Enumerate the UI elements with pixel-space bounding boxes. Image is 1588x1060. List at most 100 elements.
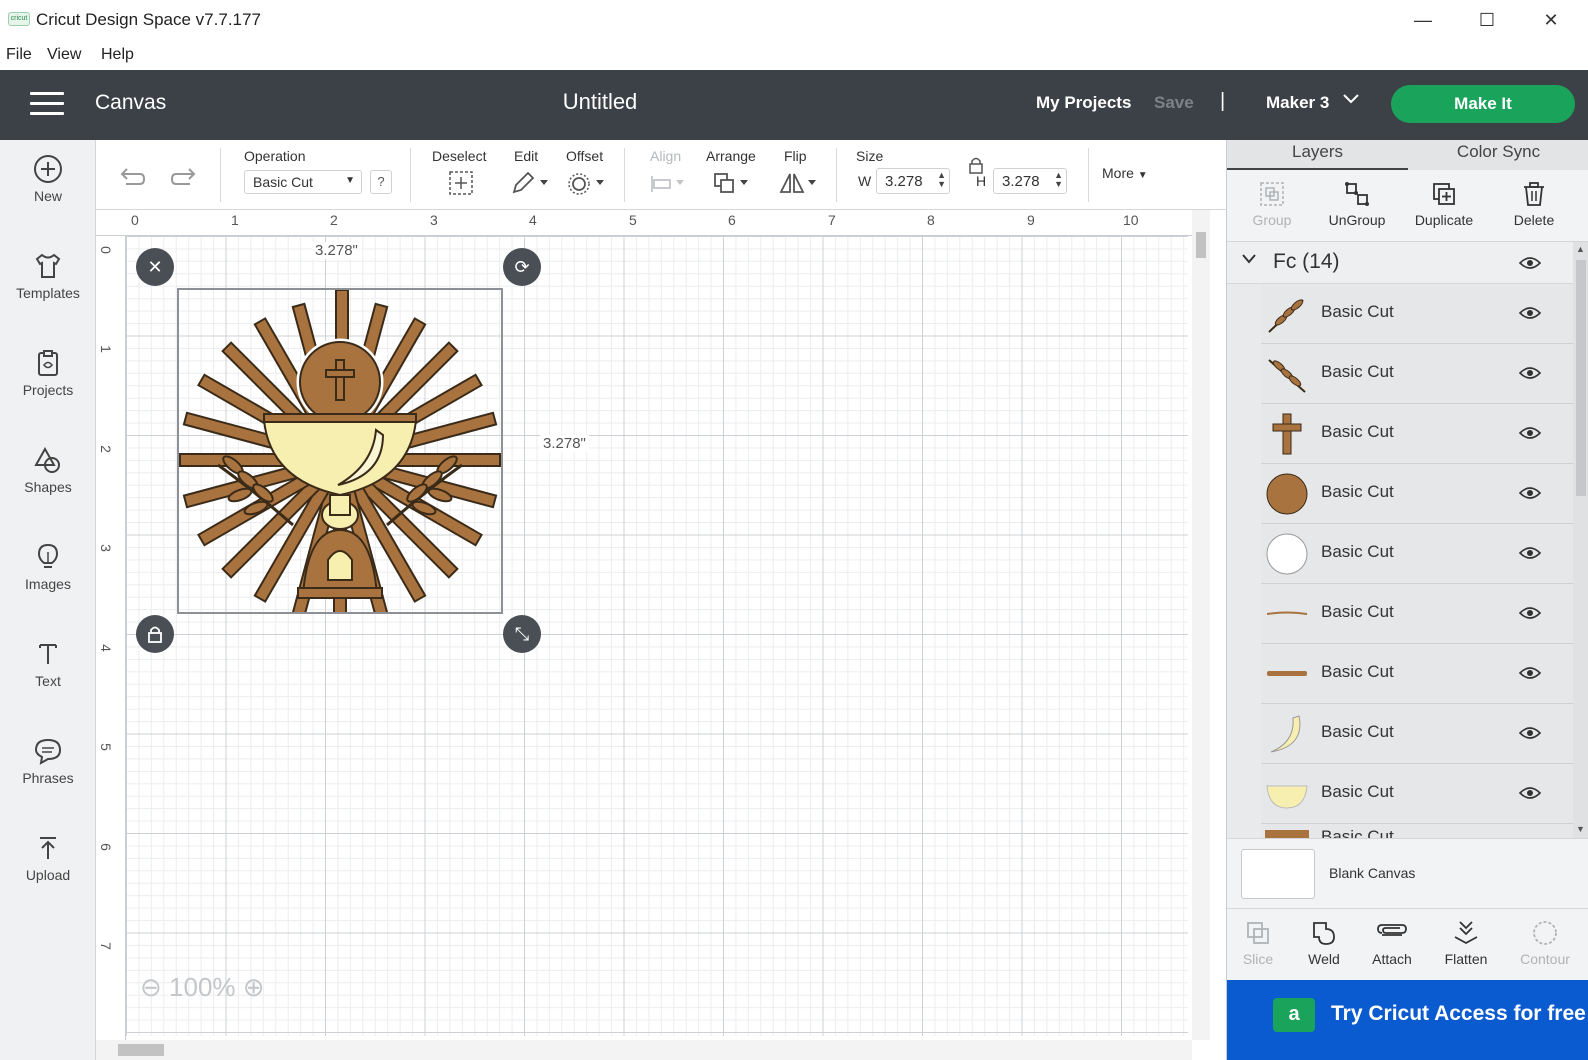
action-label: UnGroup [1328,212,1386,228]
text-icon [39,644,57,664]
panel-tabs: Layers Color Sync [1227,140,1588,170]
flip-icon[interactable] [778,170,822,196]
arrange-icon[interactable] [712,170,754,196]
action-label: Attach [1372,951,1412,967]
eye-icon[interactable] [1519,786,1541,800]
delete-button[interactable]: Delete [1489,178,1579,228]
spinner-icon[interactable]: ▲ ▼ [937,171,946,189]
height-field[interactable]: 3.278 ▲ ▼ [993,168,1067,194]
layer-row[interactable]: Basic Cut [1261,464,1573,524]
redo-icon[interactable] [170,164,198,190]
canvas-swatch[interactable] [1241,849,1315,899]
layer-row[interactable]: Basic Cut [1261,284,1573,344]
action-label: Delete [1513,212,1555,228]
machine-selector[interactable]: Maker 3 [1266,93,1329,113]
close-button[interactable]: ✕ [1528,6,1574,34]
operation-select[interactable]: Basic Cut ▼ [244,170,362,194]
menu-view[interactable]: View [47,46,81,64]
ruler-number: 2 [97,445,114,453]
ungroup-button[interactable]: UnGroup [1312,178,1402,228]
undo-icon[interactable] [118,164,146,190]
make-it-button[interactable]: Make It [1391,85,1575,123]
maximize-button[interactable]: ☐ [1464,6,1510,34]
eye-icon[interactable] [1519,726,1541,740]
sidebar-item-templates[interactable]: Templates [0,237,96,327]
layer-row[interactable]: Basic Cut [1261,404,1573,464]
toolbar-divider [410,148,411,202]
layer-row[interactable]: Basic Cut [1261,584,1573,644]
toolbar-divider [1088,148,1089,202]
ruler-number: 4 [97,644,114,652]
lock-handle-icon[interactable] [136,615,174,653]
plus-circle-icon [34,155,62,183]
layer-row[interactable]: Basic Cut [1261,824,1573,838]
layer-group-row[interactable]: Fc (14) [1227,242,1573,284]
layer-row[interactable]: Basic Cut [1261,704,1573,764]
operation-help-button[interactable]: ? [370,170,392,194]
resize-handle-icon[interactable]: ⤡ [503,615,541,653]
zoom-in-icon[interactable]: ⊕ [243,972,265,1002]
eye-icon[interactable] [1519,256,1541,270]
delete-handle-icon[interactable]: ✕ [136,248,174,286]
sidebar-item-projects[interactable]: Projects [0,334,96,424]
zoom-out-icon[interactable]: ⊖ [140,972,162,1002]
vertical-scrollbar[interactable] [1192,210,1210,1040]
sidebar-item-label: Templates [16,285,80,301]
flatten-button[interactable]: Flatten [1421,917,1511,967]
contour-button[interactable]: Contour [1500,917,1588,967]
save-button[interactable]: Save [1154,93,1194,113]
my-projects-link[interactable]: My Projects [1036,93,1131,113]
lightbulb-icon [37,543,59,568]
layer-name: Basic Cut [1321,782,1394,801]
eye-icon[interactable] [1519,546,1541,560]
scrollbar-thumb[interactable] [118,1044,164,1056]
group-button[interactable]: Group [1227,178,1317,228]
cricut-access-banner[interactable]: a Try Cricut Access for free [1227,980,1588,1060]
eye-icon[interactable] [1519,606,1541,620]
layer-row[interactable]: Basic Cut [1261,524,1573,584]
deselect-icon[interactable] [448,170,474,196]
pencil-icon[interactable] [510,170,550,196]
sidebar-item-new[interactable]: New [0,140,96,230]
scroll-down-icon[interactable]: ▼ [1576,824,1585,834]
chevron-down-icon[interactable] [1342,92,1360,108]
chevron-down-icon[interactable] [1241,252,1257,270]
align-icon[interactable] [648,170,690,196]
width-field[interactable]: 3.278 ▲ ▼ [876,168,950,194]
scrollbar-thumb[interactable] [1196,232,1206,258]
eye-icon[interactable] [1519,306,1541,320]
toolbar-divider [836,148,837,202]
layer-row[interactable]: Basic Cut [1261,344,1573,404]
menu-file[interactable]: File [6,46,32,64]
duplicate-button[interactable]: Duplicate [1399,178,1489,228]
layers-scrollbar[interactable]: ▲ ▼ [1573,242,1588,838]
tab-color-sync[interactable]: Color Sync [1408,142,1588,170]
sidebar-item-images[interactable]: Images [0,528,96,618]
eye-icon[interactable] [1519,666,1541,680]
horizontal-scrollbar[interactable] [96,1040,1192,1060]
rotate-handle-icon[interactable]: ⟳ [503,248,541,286]
scrollbar-thumb[interactable] [1576,260,1586,496]
sidebar-item-upload[interactable]: Upload [0,819,96,909]
sidebar-item-text[interactable]: Text [0,625,96,715]
minimize-button[interactable]: — [1400,6,1446,34]
more-button[interactable]: More ▼ [1102,165,1148,181]
eye-icon[interactable] [1519,366,1541,380]
spinner-icon[interactable]: ▲ ▼ [1054,171,1063,189]
sidebar-item-phrases[interactable]: Phrases [0,722,96,812]
layer-row[interactable]: Basic Cut [1261,644,1573,704]
design-canvas[interactable]: 0 1 2 3 4 5 6 7 8 9 10 0 1 2 3 4 5 6 7 3… [96,210,1210,1060]
selection-box[interactable] [177,288,503,614]
hamburger-menu-icon[interactable] [30,92,64,116]
document-title[interactable]: Untitled [500,89,700,115]
tab-layers[interactable]: Layers [1227,142,1408,170]
menu-help[interactable]: Help [101,46,134,64]
blank-canvas-row[interactable]: Blank Canvas [1227,838,1588,908]
eye-icon[interactable] [1519,486,1541,500]
offset-icon[interactable] [566,170,608,196]
ruler-number: 7 [828,212,836,228]
scroll-up-icon[interactable]: ▲ [1576,244,1585,254]
sidebar-item-shapes[interactable]: Shapes [0,431,96,521]
eye-icon[interactable] [1519,426,1541,440]
layer-row[interactable]: Basic Cut [1261,764,1573,824]
